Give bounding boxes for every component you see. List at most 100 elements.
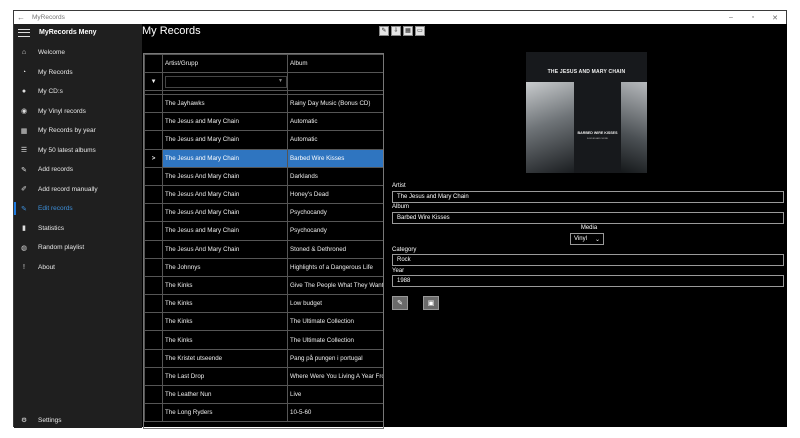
artist-cell[interactable]: The Jesus And Mary Chain bbox=[162, 166, 288, 186]
artist-cell[interactable]: The Jesus And Mary Chain bbox=[162, 184, 288, 205]
column-header-artist[interactable]: Artist/Grupp bbox=[162, 54, 288, 73]
table-row[interactable]: The Kristet utseende Pang på pungen i por… bbox=[144, 348, 383, 368]
row-header[interactable] bbox=[144, 312, 163, 332]
row-header[interactable] bbox=[144, 130, 163, 150]
row-header[interactable] bbox=[144, 112, 163, 132]
column-header-album[interactable]: Album bbox=[287, 54, 383, 73]
row-header[interactable] bbox=[144, 166, 163, 186]
row-header[interactable]: > bbox=[144, 148, 163, 168]
artist-cell[interactable]: The Kinks bbox=[162, 330, 288, 350]
row-header[interactable] bbox=[144, 93, 163, 114]
table-row[interactable]: The Kinks The Ultimate Collection bbox=[144, 312, 383, 332]
filter-dropdown-icon[interactable]: ▼ bbox=[278, 78, 283, 84]
media-select[interactable]: Vinyl ⌄ bbox=[570, 233, 604, 245]
artist-cell[interactable]: The Long Ryders bbox=[162, 403, 288, 423]
album-cell[interactable]: Automatic bbox=[287, 130, 383, 150]
row-header[interactable] bbox=[144, 384, 163, 405]
row-header[interactable] bbox=[144, 257, 163, 277]
artist-cell[interactable]: The Jesus and Mary Chain bbox=[162, 130, 288, 150]
row-header[interactable] bbox=[144, 239, 163, 259]
album-cell[interactable]: Rainy Day Music (Bonus CD) bbox=[287, 93, 383, 114]
artist-cell[interactable]: The Jesus and Mary Chain bbox=[162, 221, 288, 241]
album-cell[interactable]: Darklands bbox=[287, 166, 383, 186]
table-row[interactable]: > The Jesus and Mary Chain Barbed Wire Kis… bbox=[144, 148, 383, 168]
edit-image-button[interactable]: ✎ bbox=[392, 296, 408, 310]
row-header[interactable] bbox=[144, 221, 163, 241]
table-row[interactable]: The Last Drop Where Were You Living A Yea… bbox=[144, 366, 383, 387]
picture-button[interactable]: ▣ bbox=[423, 296, 439, 310]
table-row[interactable]: The Johnnys Highlights of a Dangerous Lif… bbox=[144, 257, 383, 277]
sidebar-item-my-records[interactable]: ◔ My Records bbox=[14, 63, 142, 83]
maximize-icon[interactable]: ▫ bbox=[742, 14, 764, 22]
artist-cell[interactable]: The Kinks bbox=[162, 312, 288, 332]
artist-cell[interactable]: The Jesus and Mary Chain bbox=[162, 148, 288, 168]
sidebar-item-about[interactable]: ! About bbox=[14, 258, 142, 278]
album-cell[interactable]: Psychocandy bbox=[287, 203, 383, 223]
table-row[interactable]: The Long Ryders 10-5-60 bbox=[144, 403, 383, 423]
album-cell[interactable]: The Ultimate Collection bbox=[287, 330, 383, 350]
sidebar-item-statistics[interactable]: ▮ Statistics bbox=[14, 219, 142, 239]
sidebar-item-my-cd-s[interactable]: ● My CD:s bbox=[14, 82, 142, 102]
close-icon[interactable]: ✕ bbox=[764, 14, 786, 22]
table-row[interactable]: The Kinks The Ultimate Collection bbox=[144, 330, 383, 350]
artist-cell[interactable]: The Kinks bbox=[162, 294, 288, 314]
album-cell[interactable]: Give The People What They Want bbox=[287, 275, 383, 296]
album-field[interactable]: Barbed Wire Kisses bbox=[392, 212, 784, 224]
artist-cell[interactable]: The Jesus And Mary Chain bbox=[162, 203, 288, 223]
table-row[interactable]: The Jesus And Mary Chain Psychocandy bbox=[144, 203, 383, 223]
album-cell[interactable]: Barbed Wire Kisses bbox=[287, 148, 383, 168]
row-header[interactable] bbox=[144, 403, 163, 423]
artist-cell[interactable]: The Jayhawks bbox=[162, 93, 288, 114]
artist-cell[interactable]: The Jesus And Mary Chain bbox=[162, 239, 288, 259]
sidebar-item-my-vinyl-records[interactable]: ◉ My Vinyl records bbox=[14, 102, 142, 122]
album-cell[interactable]: Honey's Dead bbox=[287, 184, 383, 205]
album-cell[interactable]: Psychocandy bbox=[287, 221, 383, 241]
table-row[interactable]: The Jesus and Mary Chain Automatic bbox=[144, 112, 383, 132]
table-row[interactable]: The Jesus And Mary Chain Darklands bbox=[144, 166, 383, 186]
table-row[interactable]: The Leather Nun Live bbox=[144, 384, 383, 405]
back-arrow-icon[interactable]: ← bbox=[14, 13, 28, 22]
sidebar-item-settings[interactable]: ⚙ Settings bbox=[19, 416, 61, 425]
year-field[interactable]: 1988 bbox=[392, 275, 784, 287]
sidebar-item-random-playlist[interactable]: ◍ Random playlist bbox=[14, 238, 142, 258]
artist-cell[interactable]: The Johnnys bbox=[162, 257, 288, 277]
artist-cell[interactable]: The Kristet utseende bbox=[162, 348, 288, 368]
row-header[interactable] bbox=[144, 275, 163, 296]
album-cell[interactable]: 10-5-60 bbox=[287, 403, 383, 423]
artist-cell[interactable]: The Last Drop bbox=[162, 366, 288, 387]
row-header[interactable] bbox=[144, 348, 163, 368]
table-row[interactable]: The Jesus And Mary Chain Honey's Dead bbox=[144, 184, 383, 205]
artist-cell[interactable]: The Jesus and Mary Chain bbox=[162, 112, 288, 132]
sidebar-item-my-50-latest-albums[interactable]: ☰ My 50 latest albums bbox=[14, 141, 142, 161]
sidebar-item-my-records-by-year[interactable]: ▦ My Records by year bbox=[14, 121, 142, 141]
row-header[interactable] bbox=[144, 294, 163, 314]
table-row[interactable]: The Kinks Give The People What They Want bbox=[144, 275, 383, 296]
sidebar-item-add-records[interactable]: ✎ Add records bbox=[14, 160, 142, 180]
sidebar-item-add-record-manually[interactable]: ✐ Add record manually bbox=[14, 180, 142, 200]
table-row[interactable]: The Kinks Low budget bbox=[144, 294, 383, 314]
artist-cell[interactable]: The Kinks bbox=[162, 275, 288, 296]
minimize-icon[interactable]: – bbox=[720, 14, 742, 22]
hamburger-menu-icon[interactable] bbox=[18, 28, 30, 37]
album-cell[interactable]: Pang på pungen i portugal bbox=[287, 348, 383, 368]
album-cell[interactable]: Live bbox=[287, 384, 383, 405]
row-header[interactable] bbox=[144, 203, 163, 223]
table-row[interactable]: The Jayhawks Rainy Day Music (Bonus CD) bbox=[144, 93, 383, 114]
category-field[interactable]: Rock bbox=[392, 254, 784, 266]
row-header[interactable] bbox=[144, 184, 163, 205]
sidebar-item-welcome[interactable]: ⌂ Welcome bbox=[14, 43, 142, 63]
toolbar-edit-icon[interactable]: ✎ bbox=[379, 26, 389, 36]
album-cell[interactable]: Automatic bbox=[287, 112, 383, 132]
album-cell[interactable]: Highlights of a Dangerous Life bbox=[287, 257, 383, 277]
artist-field[interactable]: The Jesus and Mary Chain bbox=[392, 191, 784, 203]
row-header[interactable] bbox=[144, 366, 163, 387]
artist-filter-input[interactable]: ▼ bbox=[165, 75, 287, 88]
table-row[interactable]: The Jesus and Mary Chain Automatic bbox=[144, 130, 383, 150]
filter-icon[interactable]: ▼ bbox=[144, 72, 163, 91]
row-header[interactable] bbox=[144, 330, 163, 350]
artist-cell[interactable]: The Leather Nun bbox=[162, 384, 288, 405]
album-cell[interactable]: Low budget bbox=[287, 294, 383, 314]
album-cell[interactable]: The Ultimate Collection bbox=[287, 312, 383, 332]
sidebar-item-edit-records[interactable]: ✎ Edit records bbox=[14, 199, 142, 219]
table-row[interactable]: The Jesus And Mary Chain Stoned & Dethron… bbox=[144, 239, 383, 259]
